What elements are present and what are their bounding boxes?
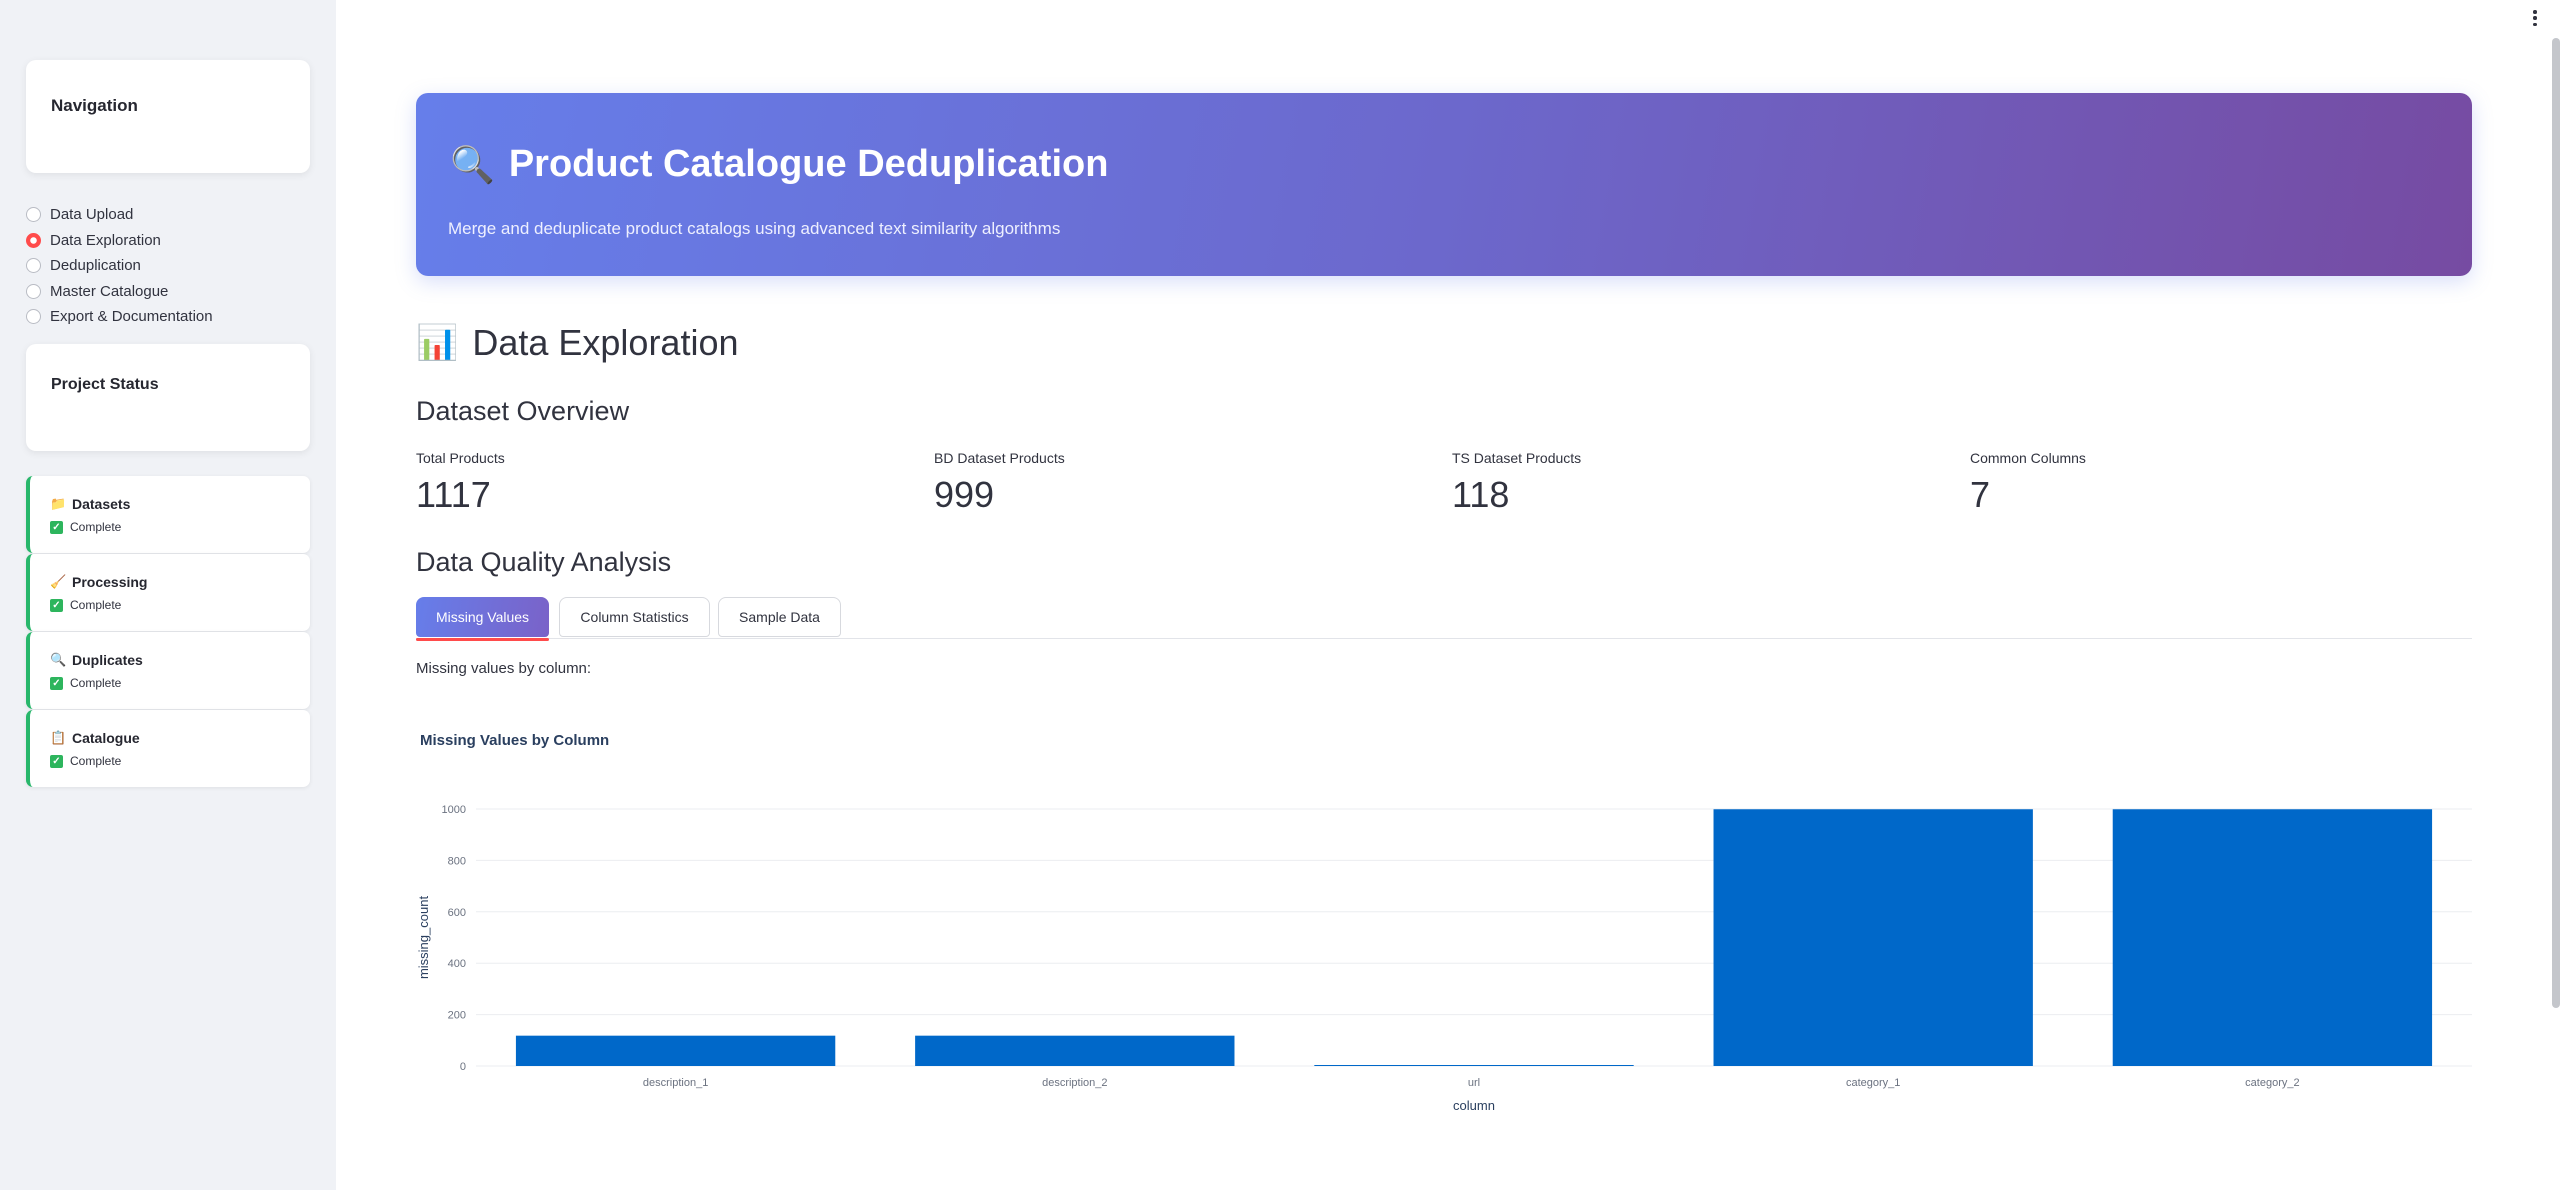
tab-sample-data[interactable]: Sample Data [718, 597, 841, 637]
status-item-state: Complete [70, 676, 122, 690]
analysis-tabs: Missing Values Column Statistics Sample … [416, 597, 2472, 641]
y-axis-label: missing_count [416, 896, 431, 979]
metric-label: TS Dataset Products [1452, 450, 1582, 466]
status-item-label: Duplicates [72, 652, 143, 668]
y-tick-label: 800 [448, 855, 466, 867]
status-item-duplicates: 🔍 Duplicates ✓ Complete [26, 632, 310, 709]
nav-option-master-catalogue[interactable]: Master Catalogue [26, 279, 213, 305]
x-tick-label: category_1 [1846, 1077, 1900, 1089]
nav-option-label: Export & Documentation [50, 308, 213, 326]
navigation-card: Navigation [26, 60, 310, 173]
page-title-text: Data Exploration [472, 322, 739, 363]
x-axis-ticks: description_1 description_2 url category_1 c… [643, 1077, 2300, 1089]
metric-value: 118 [1452, 474, 1510, 515]
project-status-card: Project Status [26, 344, 310, 451]
x-tick-label: category_2 [2245, 1077, 2299, 1089]
main-menu-icon[interactable] [2530, 8, 2540, 28]
data-quality-heading: Data Quality Analysis [416, 547, 672, 577]
metric-value: 1117 [416, 474, 491, 515]
metric-common-columns: Common Columns 7 [1970, 450, 2086, 516]
tab-missing-values[interactable]: Missing Values [416, 597, 549, 641]
nav-option-data-upload[interactable]: Data Upload [26, 202, 213, 228]
navigation-radio-group: Data Upload Data Exploration Deduplicati… [26, 202, 213, 330]
dataset-overview-heading: Dataset Overview [416, 396, 630, 426]
sidebar: Navigation Data Upload Data Exploration … [0, 0, 336, 1190]
status-item-label: Processing [72, 574, 148, 590]
nav-option-export-documentation[interactable]: Export & Documentation [26, 304, 213, 330]
check-icon: ✓ [50, 754, 63, 768]
magnifier-icon: 🔍 [450, 143, 495, 185]
y-tick-label: 200 [448, 1010, 466, 1022]
y-axis-ticks: 0 200 400 600 800 1000 [442, 804, 466, 1073]
status-item-label: Catalogue [72, 730, 140, 746]
status-item-processing: 🧹 Processing ✓ Complete [26, 554, 310, 631]
vertical-scrollbar[interactable] [2552, 38, 2560, 1008]
hero-banner: 🔍 Product Catalogue Deduplication Merge … [416, 93, 2472, 276]
nav-option-deduplication[interactable]: Deduplication [26, 253, 213, 279]
nav-option-label: Data Exploration [50, 231, 161, 249]
nav-option-label: Master Catalogue [50, 282, 169, 300]
metric-ts-dataset-products: TS Dataset Products 118 [1452, 450, 1581, 516]
project-status-title: Project Status [51, 376, 159, 393]
nav-option-data-exploration[interactable]: Data Exploration [26, 228, 213, 254]
page-title: 📊 Data Exploration [416, 322, 739, 364]
chart-bars [515, 809, 2433, 1066]
bar-category_1[interactable] [1713, 809, 2033, 1066]
status-item-catalogue: 📋 Catalogue ✓ Complete [26, 710, 310, 787]
status-item-state: Complete [70, 598, 122, 612]
x-tick-label: url [1468, 1077, 1480, 1089]
metric-label: Total Products [416, 450, 505, 466]
bar-chart-icon: 📊 [416, 324, 459, 362]
check-icon: ✓ [50, 676, 63, 690]
broom-icon: 🧹 [50, 574, 67, 589]
bar-description_2[interactable] [915, 1035, 1235, 1066]
status-item-label: Datasets [72, 496, 131, 512]
y-tick-label: 600 [448, 907, 466, 919]
app-title: 🔍 Product Catalogue Deduplication [450, 143, 1108, 186]
magnifier-icon: 🔍 [50, 652, 67, 667]
metric-total-products: Total Products 1117 [416, 450, 505, 516]
status-item-datasets: 📁 Datasets ✓ Complete [26, 476, 310, 553]
status-item-state: Complete [70, 754, 122, 768]
y-tick-label: 400 [448, 958, 466, 970]
radio-button-icon[interactable] [26, 283, 41, 299]
folder-icon: 📁 [50, 496, 67, 511]
chart-title: Missing Values by Column [420, 732, 610, 749]
navigation-title: Navigation [51, 96, 138, 115]
check-icon: ✓ [50, 520, 63, 534]
radio-button-icon[interactable] [26, 207, 41, 223]
missing-values-bar-chart: 02004006008001000 description_1 descripti… [416, 804, 2472, 1113]
clipboard-icon: 📋 [50, 730, 67, 745]
radio-button-icon[interactable] [26, 258, 41, 274]
app-subtitle: Merge and deduplicate product catalogs u… [448, 219, 1061, 238]
radio-button-selected-icon[interactable] [26, 232, 41, 248]
metric-value: 999 [934, 474, 995, 515]
tab-column-statistics[interactable]: Column Statistics [559, 597, 710, 637]
radio-button-icon[interactable] [26, 309, 41, 325]
check-icon: ✓ [50, 598, 63, 612]
nav-option-label: Data Upload [50, 206, 134, 224]
metric-label: Common Columns [1970, 450, 2086, 466]
bar-description_1[interactable] [515, 1035, 836, 1066]
bar-url[interactable] [1314, 1065, 1634, 1066]
nav-option-label: Deduplication [50, 257, 141, 275]
y-tick-label: 1000 [442, 804, 466, 816]
x-axis-label: column [1453, 1098, 1495, 1113]
x-tick-label: description_1 [643, 1077, 708, 1089]
metric-label: BD Dataset Products [934, 450, 1065, 466]
metric-value: 7 [1970, 474, 1991, 515]
bar-category_2[interactable] [2112, 809, 2433, 1066]
metric-bd-dataset-products: BD Dataset Products 999 [934, 450, 1065, 516]
status-item-state: Complete [70, 520, 122, 534]
y-tick-label: 0 [460, 1061, 466, 1073]
missing-values-caption: Missing values by column: [416, 660, 592, 677]
app-title-text: Product Catalogue Deduplication [508, 143, 1109, 185]
x-tick-label: description_2 [1042, 1077, 1107, 1089]
